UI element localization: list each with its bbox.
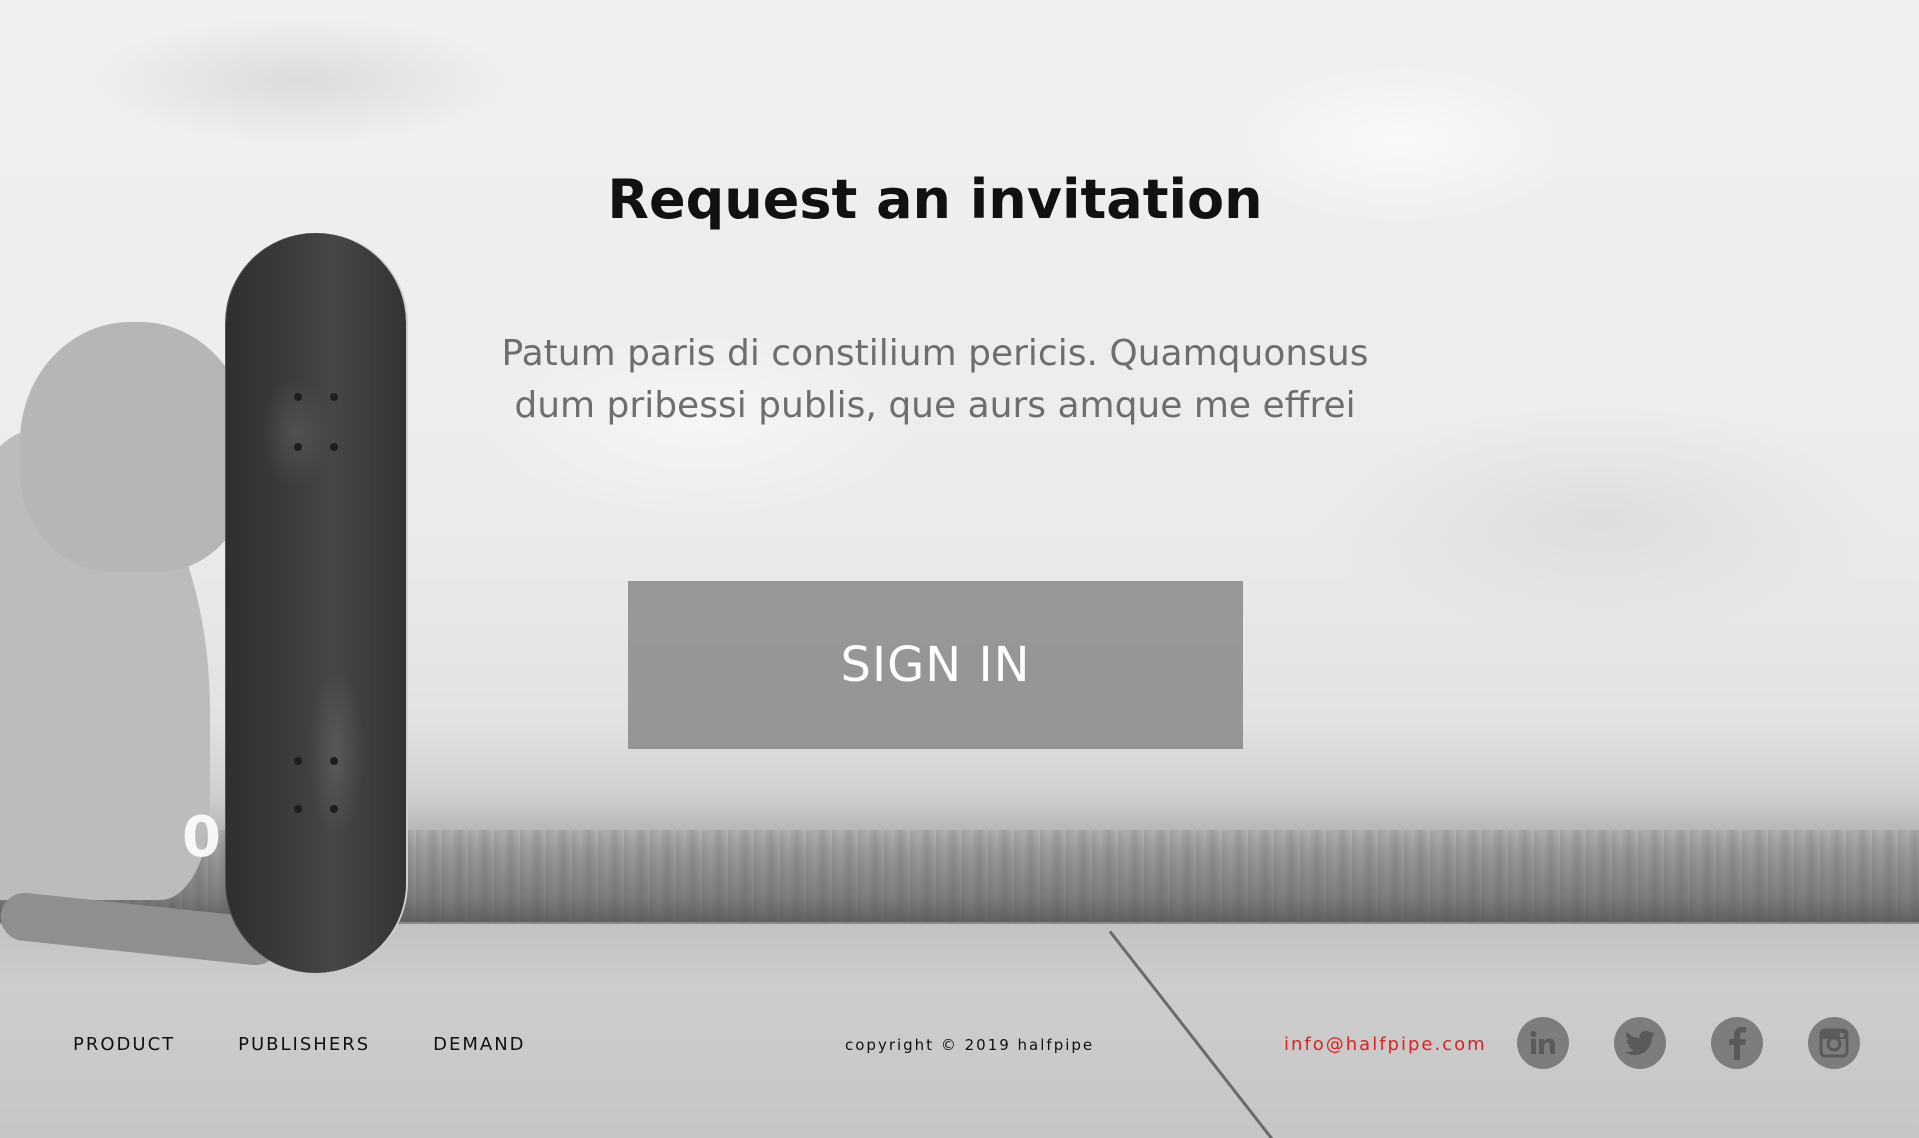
truck-bolt — [330, 443, 338, 451]
facebook-icon — [1727, 1026, 1747, 1060]
email-link[interactable]: info@halfpipe.com — [1284, 1034, 1487, 1055]
page-title: Request an invitation — [607, 168, 1263, 231]
linkedin-icon — [1528, 1028, 1558, 1058]
instagram-icon — [1819, 1028, 1849, 1058]
truck-bolt — [294, 805, 302, 813]
instagram-button[interactable] — [1808, 1017, 1860, 1069]
nav-link-product[interactable]: PRODUCT — [73, 1034, 175, 1055]
nav-link-publishers[interactable]: PUBLISHERS — [238, 1034, 370, 1055]
head-shadow — [20, 322, 250, 572]
truck-bolt — [294, 393, 302, 401]
nav-link-demand[interactable]: DEMAND — [433, 1034, 525, 1055]
truck-bolt — [330, 805, 338, 813]
sign-in-button[interactable]: SIGN IN — [628, 581, 1243, 749]
footer-nav: PRODUCT PUBLISHERS DEMAND — [73, 1034, 589, 1055]
facebook-button[interactable] — [1711, 1017, 1763, 1069]
twitter-button[interactable] — [1614, 1017, 1666, 1069]
truck-bolt — [330, 757, 338, 765]
linkedin-button[interactable] — [1517, 1017, 1569, 1069]
truck-bolt — [330, 393, 338, 401]
skateboard — [226, 233, 406, 973]
page-subtitle: Patum paris di constilium pericis. Quamq… — [501, 333, 1369, 426]
social-links — [1517, 1017, 1860, 1069]
truck-bolt — [294, 443, 302, 451]
twitter-icon — [1624, 1029, 1656, 1057]
truck-bolt — [294, 757, 302, 765]
copyright-text: copyright © 2019 halfpipe — [845, 1036, 1095, 1054]
